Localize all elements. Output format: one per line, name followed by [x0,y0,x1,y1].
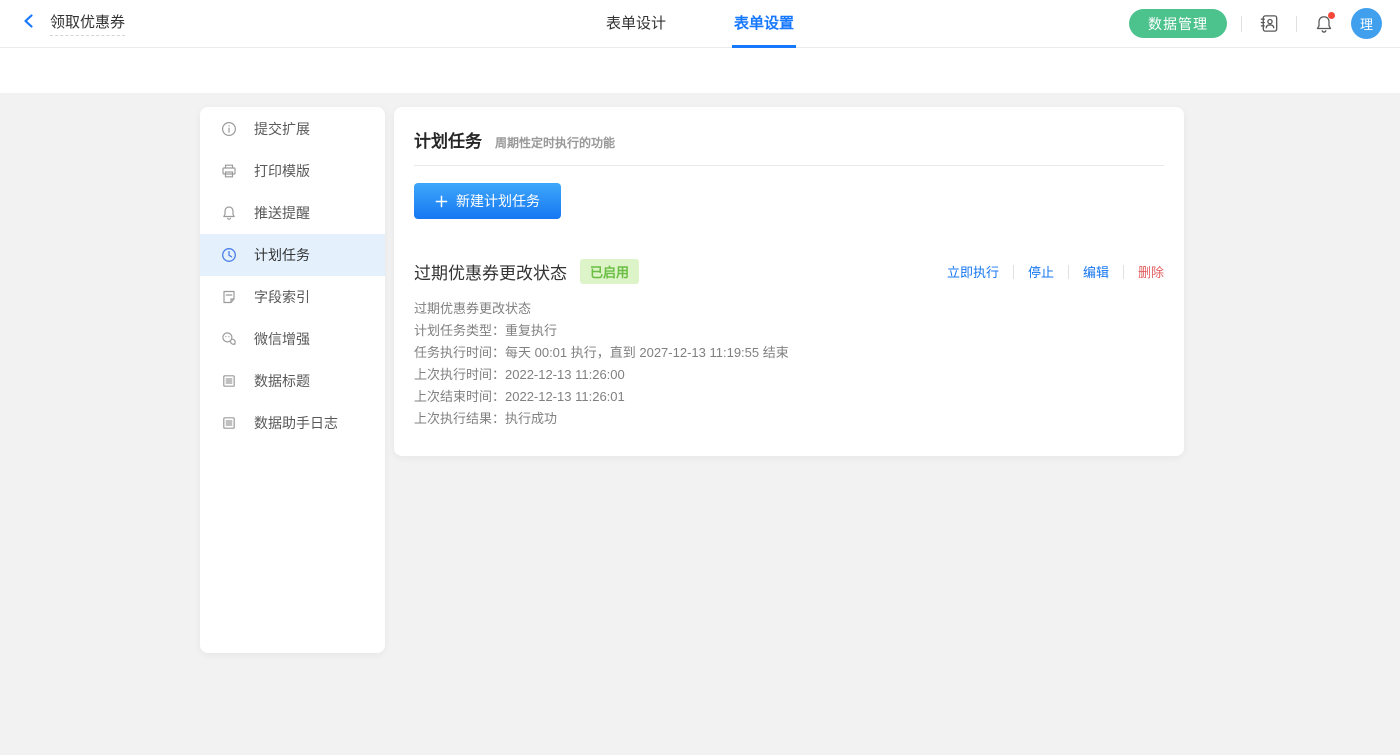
sidebar-item-label: 字段索引 [254,287,310,307]
edit-link[interactable]: 编辑 [1083,262,1109,281]
task-title: 过期优惠券更改状态 [414,259,567,284]
sidebar-item-data-assistant-log[interactable]: 数据助手日志 [200,402,385,444]
sidebar-item-label: 推送提醒 [254,203,310,223]
plus-icon [435,195,448,208]
scheduled-task-item: 过期优惠券更改状态 已启用 立即执行 停止 编辑 删除 过期优惠券更改状态 计划… [414,259,1164,430]
task-detail-description: 过期优惠券更改状态 [414,298,1164,320]
form-title[interactable]: 领取优惠券 [50,11,125,36]
sidebar-item-push-reminder[interactable]: 推送提醒 [200,192,385,234]
settings-sidebar: 提交扩展 打印模版 推送提醒 [200,107,385,653]
sidebar-item-wechat-enhance[interactable]: 微信增强 [200,318,385,360]
sidebar-item-label: 数据助手日志 [254,413,338,433]
clock-icon [221,247,237,263]
delete-link[interactable]: 删除 [1138,262,1164,281]
tab-form-settings[interactable]: 表单设置 [732,0,796,48]
top-bar: 领取优惠券 表单设计 表单设置 数据管理 理 [0,0,1400,48]
sidebar-item-submit-extension[interactable]: 提交扩展 [200,108,385,150]
panel-title: 计划任务 [414,127,482,152]
divider [1068,265,1069,279]
wechat-icon [221,331,237,347]
sidebar-item-label: 打印模版 [254,161,310,181]
panel-subtitle: 周期性定时执行的功能 [495,134,615,151]
sidebar-item-label: 数据标题 [254,371,310,391]
task-details: 过期优惠券更改状态 计划任务类型：重复执行 任务执行时间：每天 00:01 执行… [414,298,1164,430]
sub-header-strip [0,48,1400,93]
topbar-left: 领取优惠券 [0,11,125,36]
task-detail-last-result: 上次执行结果：执行成功 [414,408,1164,430]
divider [414,165,1164,166]
panel-header: 计划任务 周期性定时执行的功能 [414,127,1164,152]
task-status-badge: 已启用 [580,259,639,284]
back-button[interactable] [18,13,40,35]
sidebar-item-label: 计划任务 [254,245,310,265]
list-icon [221,415,237,431]
sidebar-item-scheduled-tasks[interactable]: 计划任务 [200,234,385,276]
back-chevron-icon [21,13,37,34]
new-task-button-label: 新建计划任务 [456,191,540,211]
sidebar-item-data-title[interactable]: 数据标题 [200,360,385,402]
task-detail-type: 计划任务类型：重复执行 [414,320,1164,342]
divider [1241,16,1242,32]
task-actions: 立即执行 停止 编辑 删除 [947,262,1164,281]
execute-now-link[interactable]: 立即执行 [947,262,999,281]
task-detail-last-run-time: 上次执行时间：2022-12-13 11:26:00 [414,364,1164,386]
printer-icon [221,163,237,179]
notification-red-dot [1328,12,1335,19]
scheduled-tasks-panel: 计划任务 周期性定时执行的功能 新建计划任务 过期优惠券更改状态 已启用 立即执… [394,107,1184,456]
info-icon [221,121,237,137]
list-icon [221,373,237,389]
divider [1013,265,1014,279]
new-scheduled-task-button[interactable]: 新建计划任务 [414,183,561,219]
task-header-row: 过期优惠券更改状态 已启用 立即执行 停止 编辑 删除 [414,259,1164,284]
tab-form-design[interactable]: 表单设计 [604,0,668,48]
stop-link[interactable]: 停止 [1028,262,1054,281]
document-icon [221,289,237,305]
data-manage-button[interactable]: 数据管理 [1129,9,1227,38]
user-avatar[interactable]: 理 [1351,8,1382,39]
bell-icon [221,205,237,221]
sidebar-item-label: 提交扩展 [254,119,310,139]
sidebar-item-field-index[interactable]: 字段索引 [200,276,385,318]
sidebar-item-print-template[interactable]: 打印模版 [200,150,385,192]
task-detail-schedule: 任务执行时间：每天 00:01 执行，直到 2027-12-13 11:19:5… [414,342,1164,364]
content-area: 提交扩展 打印模版 推送提醒 [0,93,1400,755]
topbar-right: 数据管理 理 [1129,8,1400,39]
contacts-book-icon[interactable] [1256,11,1282,37]
divider [1123,265,1124,279]
task-detail-last-end-time: 上次结束时间：2022-12-13 11:26:01 [414,386,1164,408]
notification-bell-icon[interactable] [1311,11,1337,37]
divider [1296,16,1297,32]
sidebar-item-label: 微信增强 [254,329,310,349]
